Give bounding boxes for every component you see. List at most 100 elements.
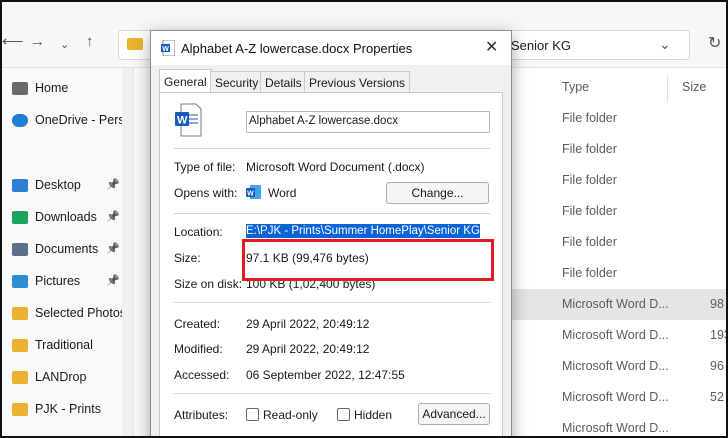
file-row[interactable]: Microsoft Word D... 98 [502,289,726,320]
folder-icon [12,402,28,416]
word-app-icon: W [246,185,261,199]
sidebar-item-label: Selected Photos [35,306,127,320]
navigation-pane: Home OneDrive - Perso Desktop 📌 Downloads 📌 Do… [2,68,132,436]
refresh-icon[interactable]: ↻ [708,33,721,53]
sidebar-item[interactable]: Traditional [12,333,93,357]
divider [174,302,490,303]
file-size: 96 [710,359,724,373]
file-type: File folder [562,266,617,280]
column-header-type[interactable]: Type [562,80,589,94]
created-label: Created: [174,317,221,331]
accessed-value: 06 September 2022, 12:47:55 [246,368,405,382]
sidebar-item[interactable]: LANDrop [12,365,86,389]
file-row[interactable]: Microsoft Word D... [502,413,726,436]
pin-icon[interactable]: 📌 [106,178,120,191]
folder-icon [12,306,28,320]
dialog-title: Alphabet A-Z lowercase.docx Properties [181,41,413,56]
divider [174,213,490,214]
file-type: File folder [562,235,617,249]
sidebar-item[interactable]: Home [12,76,68,100]
column-header-size[interactable]: Size [682,80,706,94]
sidebar-item-label: Traditional [35,338,93,352]
folder-icon [12,338,28,352]
tab-previous-versions[interactable]: Previous Versions [304,71,411,93]
readonly-label[interactable]: Read-only [263,408,318,422]
modified-label: Modified: [174,342,223,356]
sidebar-item-label: Pictures [35,274,81,288]
file-size: 98 [710,297,724,311]
tab-details[interactable]: Details [260,71,307,93]
sidebar-item[interactable]: Desktop [12,173,81,197]
up-arrow-icon[interactable]: ↑ [86,32,94,52]
pictures-icon [12,274,28,288]
recent-locations-icon[interactable]: ⌄ [60,35,69,55]
file-row[interactable]: File folder [502,227,726,258]
file-type: File folder [562,173,617,187]
sidebar-item[interactable]: Downloads [12,205,97,229]
tab-general[interactable]: General [159,69,212,93]
sidebar-item[interactable]: Selected Photos [12,301,126,325]
opens-with-value: Word [268,186,297,200]
file-type: File folder [562,142,617,156]
file-row[interactable]: Microsoft Word D... 96 [502,351,726,382]
file-row[interactable]: File folder [502,103,726,134]
type-of-file-label: Type of file: [174,160,236,174]
file-size: 52 [710,390,724,404]
sidebar-item[interactable]: PJK - Prints [12,397,101,421]
sidebar-item-label: LANDrop [35,370,87,384]
dialog-titlebar[interactable]: W Alphabet A-Z lowercase.docx Properties… [151,31,511,65]
file-type: Microsoft Word D... [562,390,669,404]
folder-icon [12,370,28,384]
location-highlight-box [242,239,494,281]
sidebar-item-label: OneDrive - Perso [35,113,132,127]
pin-icon[interactable]: 📌 [106,242,120,255]
size-label: Size: [174,251,201,265]
desktop-icon [12,178,28,192]
file-list: Type Size File folder File folder File fol… [502,68,726,436]
sidebar-item[interactable]: Pictures [12,269,80,293]
sidebar-item-label: Downloads [35,210,97,224]
size-on-disk-label: Size on disk: [174,277,243,291]
filename-field[interactable]: Alphabet A-Z lowercase.docx [246,111,490,133]
screenshot-frame: ⟵ → ⌄ ↑ Senior KG ⌄ ↻ Home OneDrive - Per… [0,0,728,438]
hidden-checkbox[interactable] [337,408,350,421]
download-icon [12,210,28,224]
sidebar-item[interactable]: OneDrive - Perso [12,108,132,132]
pin-icon[interactable]: 📌 [106,274,120,287]
location-value[interactable]: E:\PJK - Prints\Summer HomePlay\Senior K… [246,224,480,238]
file-size: 193 [710,328,726,342]
file-row[interactable]: Microsoft Word D... 52 [502,382,726,413]
pane-splitter[interactable] [122,68,134,436]
cloud-icon [12,113,28,127]
word-doc-icon: W [161,40,175,56]
column-divider[interactable] [667,76,668,102]
documents-icon [12,242,28,256]
location-label: Location: [174,225,223,239]
change-button[interactable]: Change... [386,182,489,204]
modified-value: 29 April 2022, 20:49:12 [246,342,370,356]
divider [174,148,490,149]
created-value: 29 April 2022, 20:49:12 [246,317,370,331]
file-row[interactable]: File folder [502,134,726,165]
file-row[interactable]: Microsoft Word D... 193 [502,320,726,351]
file-row[interactable]: File folder [502,165,726,196]
advanced-button[interactable]: Advanced... [418,403,490,425]
tab-security[interactable]: Security [210,71,264,93]
file-type: Microsoft Word D... [562,328,669,342]
divider [174,393,490,394]
hidden-label[interactable]: Hidden [354,408,392,422]
properties-dialog: W Alphabet A-Z lowercase.docx Properties… [150,30,512,436]
file-row[interactable]: File folder [502,258,726,289]
back-arrow-icon[interactable]: ⟵ [2,32,24,52]
file-type: Microsoft Word D... [562,359,669,373]
close-icon[interactable]: ✕ [485,37,498,57]
svg-text:W: W [177,115,188,127]
forward-arrow-icon[interactable]: → [30,32,45,52]
file-row[interactable]: File folder [502,196,726,227]
file-type: Microsoft Word D... [562,421,669,435]
sidebar-item[interactable]: Documents [12,237,98,261]
chevron-down-icon[interactable]: ⌄ [659,36,671,53]
pin-icon[interactable]: 📌 [106,210,120,223]
accessed-label: Accessed: [174,368,230,382]
readonly-checkbox[interactable] [246,408,259,421]
